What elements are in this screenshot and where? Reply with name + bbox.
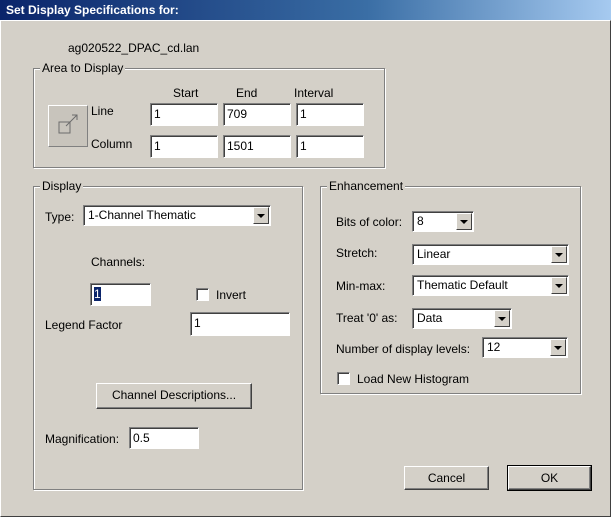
treat-zero-select[interactable]: Data	[412, 308, 512, 329]
line-label: Line	[91, 104, 114, 118]
area-select-button[interactable]	[48, 105, 88, 147]
area-to-display-legend: Area to Display	[40, 61, 126, 75]
line-interval-input[interactable]: 1	[296, 103, 364, 126]
type-select-value: 1-Channel Thematic	[88, 208, 196, 222]
column-end-input[interactable]: 1501	[223, 135, 291, 158]
stretch-value: Linear	[417, 247, 451, 261]
cancel-button[interactable]: Cancel	[404, 466, 489, 490]
channels-label: Channels:	[91, 255, 146, 269]
legend-factor-input[interactable]: 1	[190, 312, 290, 336]
display-levels-label: Number of display levels:	[336, 342, 471, 356]
ok-button[interactable]: OK	[507, 465, 592, 491]
load-histogram-checkbox[interactable]	[337, 372, 350, 385]
line-end-input[interactable]: 709	[223, 103, 291, 126]
bits-of-color-select[interactable]: 8	[412, 211, 474, 232]
column-label: Column	[91, 137, 133, 151]
legend-factor-label: Legend Factor	[45, 318, 123, 332]
title-bar: Set Display Specifications for:	[0, 0, 611, 20]
display-legend: Display	[40, 179, 84, 193]
channel-descriptions-button[interactable]: Channel Descriptions...	[96, 383, 252, 409]
display-levels-select[interactable]: 12	[482, 337, 568, 358]
column-interval-input[interactable]: 1	[296, 135, 364, 158]
stretch-select[interactable]: Linear	[412, 244, 569, 265]
min-max-label: Min-max:	[336, 279, 386, 293]
invert-checkbox[interactable]	[196, 288, 209, 301]
treat-zero-label: Treat '0' as:	[336, 311, 398, 325]
channel-input[interactable]: 1	[90, 283, 151, 306]
min-max-value: Thematic Default	[417, 278, 508, 292]
treat-zero-value: Data	[417, 311, 443, 325]
interval-header: Interval	[294, 86, 334, 100]
chevron-down-icon[interactable]	[494, 310, 510, 327]
min-max-select[interactable]: Thematic Default	[412, 275, 569, 296]
chevron-down-icon[interactable]	[456, 213, 472, 230]
bits-of-color-label: Bits of color:	[336, 215, 403, 229]
chevron-down-icon[interactable]	[253, 207, 269, 224]
window-title: Set Display Specifications for:	[6, 3, 179, 17]
end-header: End	[236, 86, 258, 100]
area-select-icon	[58, 114, 78, 134]
load-histogram-label: Load New Histogram	[357, 372, 470, 386]
type-select[interactable]: 1-Channel Thematic	[83, 205, 271, 226]
chevron-down-icon[interactable]	[551, 277, 567, 294]
bits-of-color-value: 8	[417, 214, 424, 228]
display-levels-value: 12	[487, 340, 501, 354]
magnification-label: Magnification:	[45, 432, 120, 446]
start-header: Start	[173, 86, 199, 100]
magnification-input[interactable]: 0.5	[129, 427, 199, 449]
line-start-input[interactable]: 1	[150, 103, 218, 126]
type-label: Type:	[45, 210, 75, 224]
chevron-down-icon[interactable]	[551, 246, 567, 263]
enhancement-legend: Enhancement	[327, 179, 406, 193]
file-name: ag020522_DPAC_cd.lan	[68, 41, 200, 55]
column-start-input[interactable]: 1	[150, 135, 218, 158]
chevron-down-icon[interactable]	[550, 339, 566, 356]
invert-label: Invert	[216, 288, 247, 302]
stretch-label: Stretch:	[336, 246, 378, 260]
